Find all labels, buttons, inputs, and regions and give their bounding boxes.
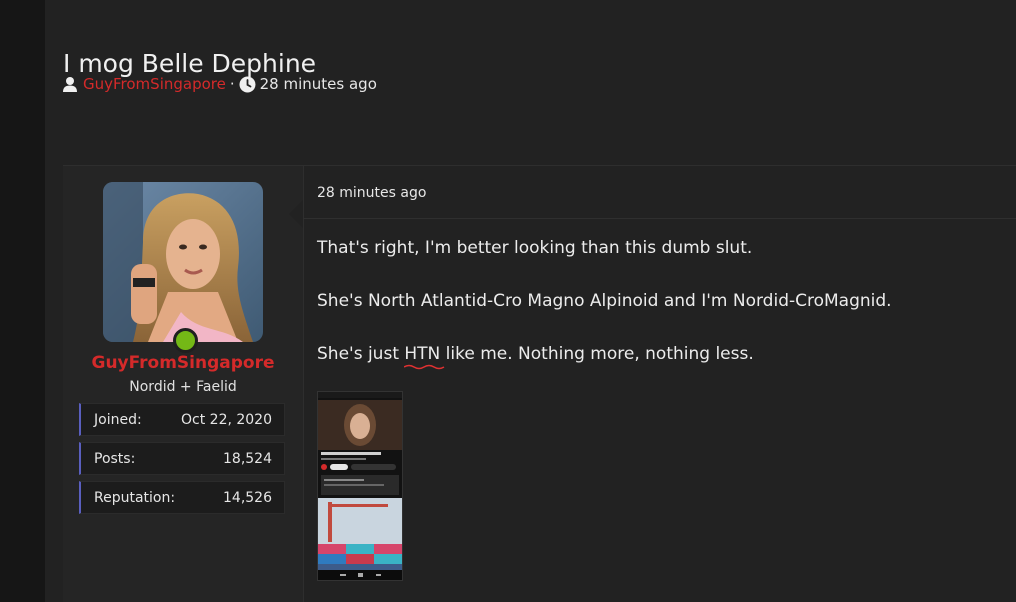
spellcheck-underlined-word: HTN: [404, 344, 445, 370]
stat-label: Reputation:: [94, 489, 176, 506]
avatar-container[interactable]: [103, 182, 263, 353]
stat-label: Posts:: [94, 450, 136, 467]
post: GuyFromSingapore Nordid + Faelid Joined:…: [63, 165, 1016, 602]
post-username[interactable]: GuyFromSingapore: [63, 353, 303, 373]
stat-posts: Posts: 18,524: [79, 442, 285, 475]
user-title: Nordid + Faelid: [129, 379, 237, 395]
post-arrow: [289, 200, 303, 228]
stat-value: 18,524: [223, 450, 272, 467]
stat-joined: Joined: Oct 22, 2020: [79, 403, 285, 436]
post-line-1: That's right, I'm better looking than th…: [317, 238, 753, 258]
attachment-thumbnail[interactable]: [317, 391, 403, 581]
post-content: 28 minutes ago That's right, I'm better …: [289, 166, 1016, 602]
online-status-indicator: [173, 328, 198, 353]
attachment-image[interactable]: [318, 392, 402, 580]
thread-author-link[interactable]: GuyFromSingapore: [83, 75, 226, 93]
thread-meta: GuyFromSingapore · 28 minutes ago: [62, 75, 377, 93]
spellcheck-squiggle: [404, 364, 445, 370]
post-line-2: She's North Atlantid-Cro Magno Alpinoid …: [317, 291, 892, 311]
left-rail: [0, 0, 45, 602]
thread-title: I mog Belle Dephine: [63, 48, 317, 78]
post-divider: [303, 218, 1016, 219]
user-icon: [62, 76, 79, 93]
stat-value: 14,526: [223, 489, 272, 506]
marked-word: HTN: [404, 344, 441, 364]
stat-label: Joined:: [94, 411, 142, 428]
user-info-panel: GuyFromSingapore Nordid + Faelid Joined:…: [63, 166, 304, 602]
post-line-3: She's just HTN like me. Nothing more, no…: [317, 344, 754, 370]
meta-separator: ·: [229, 75, 235, 93]
post-line-3-pre: She's just: [317, 344, 405, 364]
post-line-3-post: like me. Nothing more, nothing less.: [440, 344, 754, 364]
stat-value: Oct 22, 2020: [181, 411, 272, 428]
stat-reputation: Reputation: 14,526: [79, 481, 285, 514]
thread-time-link[interactable]: 28 minutes ago: [260, 75, 377, 93]
post-date-link[interactable]: 28 minutes ago: [317, 185, 426, 201]
clock-icon: [239, 76, 256, 93]
avatar[interactable]: [103, 182, 263, 342]
